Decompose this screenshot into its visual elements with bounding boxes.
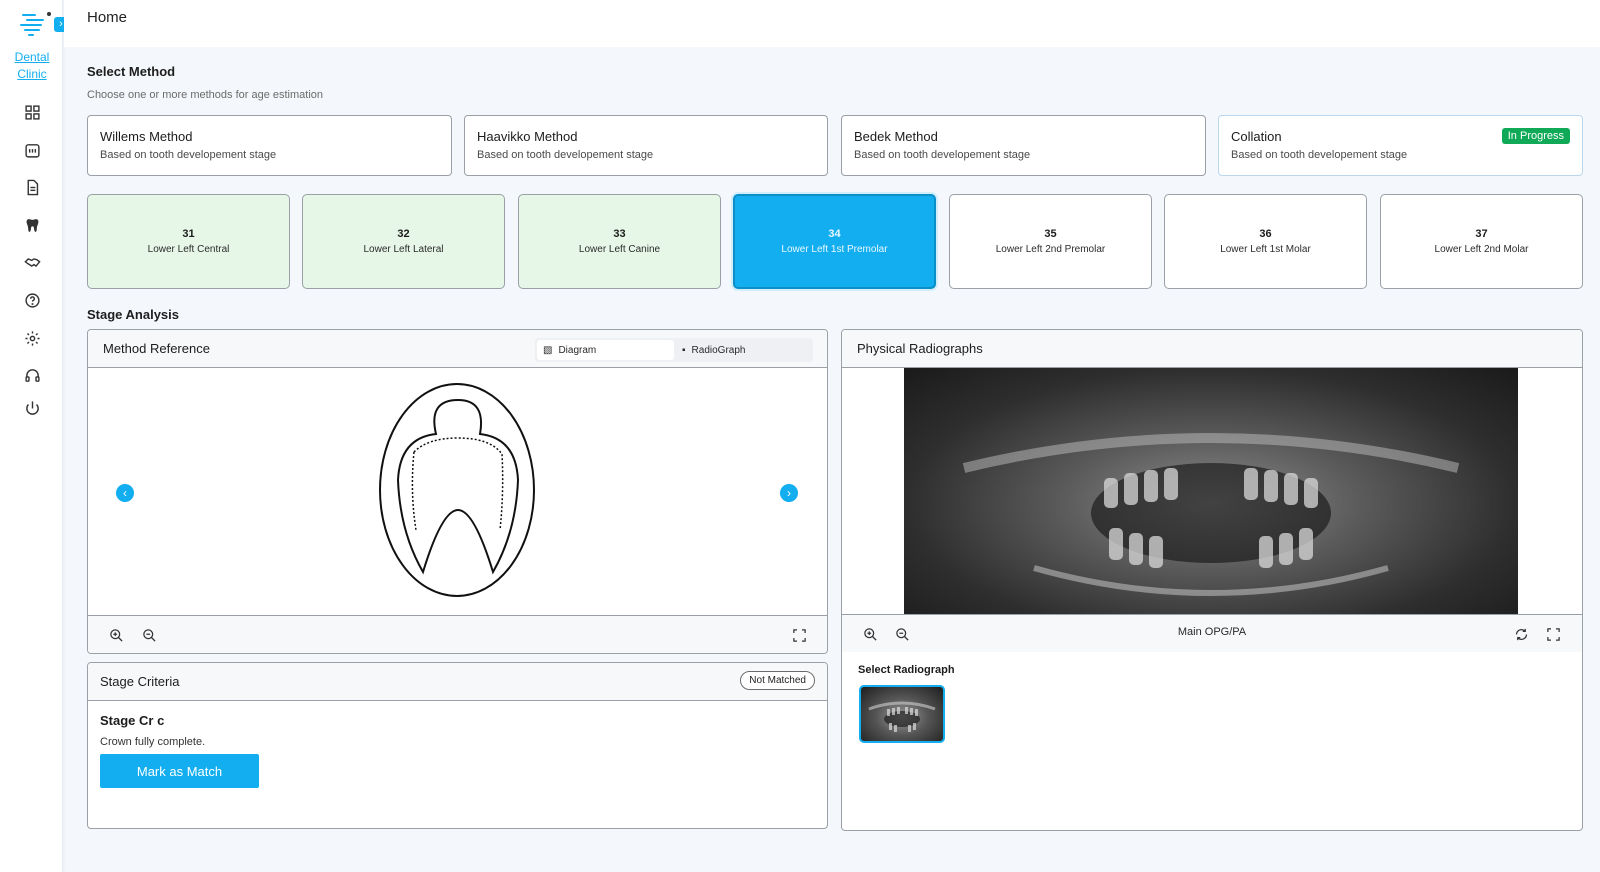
physical-radiographs-panel: Physical Radiographs Main OPG/PA Select … [841, 329, 1583, 831]
opg-radiograph-image[interactable] [904, 368, 1518, 614]
method-name: Bedek Method [854, 129, 938, 144]
dashboard-icon[interactable] [20, 100, 44, 124]
select-method-heading: Select Method [87, 64, 176, 79]
tooth-number: 37 [1475, 228, 1488, 240]
method-desc: Based on tooth developement stage [100, 149, 277, 161]
method-desc: Based on tooth developement stage [477, 149, 654, 161]
reference-view-toggle: ▧ Diagram ▪ RadioGraph [535, 338, 813, 362]
tooth-number: 34 [828, 228, 841, 240]
sidebar: › Dental Clinic [0, 0, 68, 872]
headset-icon[interactable] [20, 363, 44, 387]
radiograph-label: Main OPG/PA [1177, 626, 1247, 638]
top-bar [64, 0, 1600, 47]
tab-radiograph-label: RadioGraph [691, 344, 746, 356]
settings-icon[interactable] [20, 326, 44, 350]
tooth-name: Lower Left Central [147, 244, 230, 255]
next-stage-button[interactable]: › [780, 484, 798, 502]
tooth-icon[interactable] [20, 213, 44, 237]
method-card-willems[interactable]: Willems Method Based on tooth developeme… [87, 115, 452, 176]
tab-diagram-label: Diagram [558, 344, 597, 356]
tooth-name: Lower Left 2nd Molar [1434, 244, 1529, 255]
stage-criteria-header: Stage Criteria Not Matched [88, 663, 827, 701]
tooth-name: Lower Left Canine [578, 244, 661, 255]
tooth-number: 31 [182, 228, 195, 240]
tooth-card-33[interactable]: 33 Lower Left Canine [518, 194, 721, 289]
tooth-card-32[interactable]: 32 Lower Left Lateral [302, 194, 505, 289]
zoom-in-icon[interactable] [107, 626, 125, 644]
match-status-badge: Not Matched [740, 671, 815, 690]
physical-radiographs-title: Physical Radiographs [857, 341, 983, 356]
tab-radiograph[interactable]: ▪ RadioGraph [676, 338, 813, 362]
tooth-number: 36 [1259, 228, 1272, 240]
method-desc: Based on tooth developement stage [854, 149, 1031, 161]
zoom-out-icon[interactable] [140, 626, 158, 644]
tooth-name: Lower Left 2nd Premolar [995, 244, 1106, 255]
method-card-haavikko[interactable]: Haavikko Method Based on tooth developem… [464, 115, 828, 176]
method-desc: Based on tooth developement stage [1231, 149, 1408, 161]
file-icon: ▪ [682, 344, 686, 356]
radiograph-toolbar: Main OPG/PA [842, 614, 1582, 652]
tooth-name: Lower Left 1st Premolar [781, 244, 888, 255]
image-icon: ▧ [543, 344, 553, 356]
tooth-number: 32 [397, 228, 410, 240]
power-icon[interactable] [20, 396, 44, 420]
rotate-icon[interactable] [1512, 625, 1530, 643]
method-name: Haavikko Method [477, 129, 578, 144]
method-name: Willems Method [100, 129, 193, 144]
calendar-icon[interactable] [20, 138, 44, 162]
select-method-subtitle: Choose one or more methods for age estim… [87, 89, 324, 101]
select-radiograph-label: Select Radiograph [858, 664, 955, 676]
stage-analysis-heading: Stage Analysis [87, 307, 180, 322]
tooth-name: Lower Left 1st Molar [1220, 244, 1311, 255]
page-title: Home [87, 9, 128, 26]
tooth-card-31[interactable]: 31 Lower Left Central [87, 194, 290, 289]
previous-stage-button[interactable]: ‹ [116, 484, 134, 502]
help-icon[interactable] [20, 288, 44, 312]
select-radiograph-area: Select Radiograph [842, 652, 1582, 830]
stage-name: Stage Cr c [100, 713, 165, 728]
tooth-name: Lower Left Lateral [363, 244, 444, 255]
handshake-icon[interactable] [20, 250, 44, 274]
method-reference-toolbar [88, 615, 827, 653]
clinic-name-link[interactable]: Dental Clinic [8, 49, 56, 83]
document-icon[interactable] [20, 175, 44, 199]
status-badge: In Progress [1501, 128, 1570, 144]
tooth-number: 35 [1044, 228, 1057, 240]
mark-as-match-button[interactable]: Mark as Match [100, 754, 259, 788]
tooth-card-36[interactable]: 36 Lower Left 1st Molar [1164, 194, 1367, 289]
tab-diagram[interactable]: ▧ Diagram [537, 340, 674, 360]
method-reference-title: Method Reference [103, 341, 210, 356]
radiograph-thumbnail[interactable] [859, 685, 945, 743]
tooth-card-35[interactable]: 35 Lower Left 2nd Premolar [949, 194, 1152, 289]
tooth-stage-diagram [379, 383, 535, 597]
stage-description: Crown fully complete. [100, 736, 206, 748]
stage-criteria-title: Stage Criteria [100, 674, 180, 689]
tooth-number: 33 [613, 228, 626, 240]
method-reference-panel: Method Reference ▧ Diagram ▪ RadioGraph … [87, 329, 828, 654]
method-card-bedek[interactable]: Bedek Method Based on tooth developement… [841, 115, 1206, 176]
method-reference-header: Method Reference ▧ Diagram ▪ RadioGraph [88, 330, 827, 368]
physical-radiographs-header: Physical Radiographs [842, 330, 1582, 368]
fullscreen-icon[interactable] [790, 626, 808, 644]
method-card-collation[interactable]: Collation Based on tooth developement st… [1218, 115, 1583, 176]
stage-criteria-panel: Stage Criteria Not Matched Stage Cr c Cr… [87, 662, 828, 829]
tooth-card-37[interactable]: 37 Lower Left 2nd Molar [1380, 194, 1583, 289]
tooth-card-34[interactable]: 34 Lower Left 1st Premolar [733, 194, 936, 289]
fullscreen-icon[interactable] [1544, 625, 1562, 643]
clinic-logo-icon [20, 10, 54, 38]
